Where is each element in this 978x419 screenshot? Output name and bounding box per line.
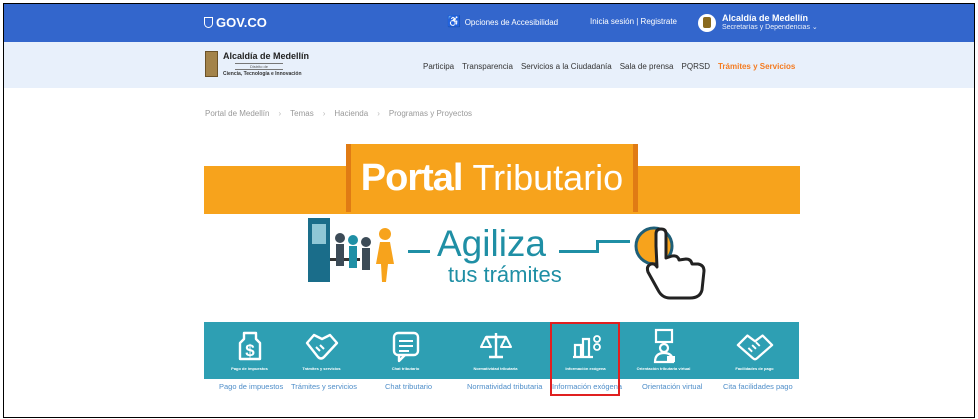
menu-item-transparencia[interactable]: Transparencia: [462, 62, 513, 71]
breadcrumb-item[interactable]: Hacienda: [334, 109, 368, 118]
highlight-box: [550, 322, 620, 396]
breadcrumb-separator: ›: [377, 109, 380, 118]
people-queue-illustration: [308, 218, 394, 282]
service-small-label: Facilidades de pago: [735, 366, 774, 371]
breadcrumb: Portal de Medellín › Temas › Hacienda › …: [205, 109, 472, 118]
accessibility-options[interactable]: ♿ Opciones de Accesibilidad: [447, 16, 559, 28]
main-menu: Participa Transparencia Servicios a la C…: [423, 62, 795, 71]
chevron-down-icon: ⌄: [811, 24, 818, 31]
accessibility-icon: ♿: [447, 16, 461, 28]
brand-subtitle: Ciencia, Tecnología e Innovación: [223, 71, 302, 77]
service-small-label: Pago de impuestos: [231, 366, 268, 371]
banner-title: Portal Tributario: [346, 144, 638, 212]
accessibility-label: Opciones de Accesibilidad: [464, 17, 559, 27]
alcaldia-dropdown[interactable]: Alcaldía de Medellín Secretarías y Depen…: [698, 13, 818, 32]
menu-item-participa[interactable]: Participa: [423, 62, 454, 71]
banner-line-left: [408, 250, 430, 253]
menu-item-tramites[interactable]: Trámites y Servicios: [718, 62, 795, 71]
link-orientacion-virtual[interactable]: Orientación virtual: [642, 382, 702, 391]
alcaldia-title: Alcaldía de Medellín: [722, 13, 809, 23]
banner-title-light: Tributario: [472, 157, 624, 198]
svg-text:$: $: [245, 341, 255, 360]
brand-distrito: Distrito de: [235, 63, 283, 70]
banner-headline: Agiliza: [437, 223, 546, 264]
handshake-icon: [303, 329, 341, 363]
link-chat-tributario[interactable]: Chat tributario: [385, 382, 432, 391]
banner-line-right: [559, 250, 597, 253]
link-cita-facilidades[interactable]: Cita facilidades pago: [723, 382, 793, 391]
menu-item-sala-prensa[interactable]: Sala de prensa: [620, 62, 674, 71]
service-small-label: Chat tributario: [391, 366, 420, 371]
service-facilidades-pago[interactable]: Facilidades de pago: [717, 322, 792, 379]
service-normatividad[interactable]: Normatividad tributaria: [458, 322, 533, 379]
login-register-link[interactable]: Inicia sesión | Registrate: [590, 17, 677, 26]
gov-shield-icon: [204, 17, 213, 28]
breadcrumb-item[interactable]: Programas y Proyectos: [389, 109, 472, 118]
banner-subline: tus trámites: [448, 262, 562, 287]
chat-icon: [387, 329, 425, 363]
link-tramites-servicios[interactable]: Trámites y servicios: [291, 382, 357, 391]
breadcrumb-separator: ›: [322, 109, 326, 118]
breadcrumb-item[interactable]: Temas: [290, 109, 314, 118]
service-pago-impuestos[interactable]: $ Pago de impuestos: [212, 322, 287, 379]
link-normatividad[interactable]: Normatividad tributaria: [467, 382, 542, 391]
agreement-icon: [736, 329, 774, 363]
service-small-label: Trámites y servicios: [302, 366, 341, 371]
portal-tributario-banner: Portal Tributario Agiliza tus trámites: [204, 144, 800, 319]
menu-item-servicios[interactable]: Servicios a la Ciudadanía: [521, 62, 612, 71]
gov-logo-text: GOV.CO: [216, 15, 267, 30]
medellin-crest-icon: [205, 51, 218, 77]
browser-frame: GOV.CO ♿ Opciones de Accesibilidad Inici…: [3, 3, 975, 418]
main-nav-bar: Alcaldía de Medellín Distrito de Ciencia…: [4, 42, 974, 88]
service-tramites[interactable]: Trámites y servicios: [284, 322, 359, 379]
gov-co-logo[interactable]: GOV.CO: [204, 15, 267, 30]
service-small-label: Orientación tributaria virtual: [636, 366, 691, 371]
scales-icon: [477, 329, 515, 363]
dollar-icon: $: [231, 329, 269, 363]
alcaldia-crest-icon: [698, 13, 716, 32]
service-chat[interactable]: Chat tributario: [368, 322, 443, 379]
gov-top-bar: GOV.CO ♿ Opciones de Accesibilidad Inici…: [4, 4, 974, 42]
breadcrumb-separator: ›: [278, 109, 282, 118]
menu-item-pqrsd[interactable]: PQRSD: [682, 62, 710, 71]
breadcrumb-item[interactable]: Portal de Medellín: [205, 109, 269, 118]
banner-line-to-button: [596, 240, 630, 243]
pointing-hand-icon: [634, 226, 706, 300]
banner-title-bold: Portal: [360, 156, 464, 199]
link-pago-impuestos[interactable]: Pago de impuestos: [219, 382, 283, 391]
brand-title: Alcaldía de Medellín: [223, 51, 310, 61]
service-small-label: Normatividad tributaria: [473, 366, 518, 371]
service-orientacion-virtual[interactable]: Orientación tributaria virtual: [626, 322, 701, 379]
alcaldia-brand-logo[interactable]: Alcaldía de Medellín Distrito de Ciencia…: [205, 51, 309, 77]
virtual-guide-icon: [645, 328, 683, 364]
alcaldia-subtitle: Secretarías y Dependencias ⌄: [722, 24, 818, 31]
